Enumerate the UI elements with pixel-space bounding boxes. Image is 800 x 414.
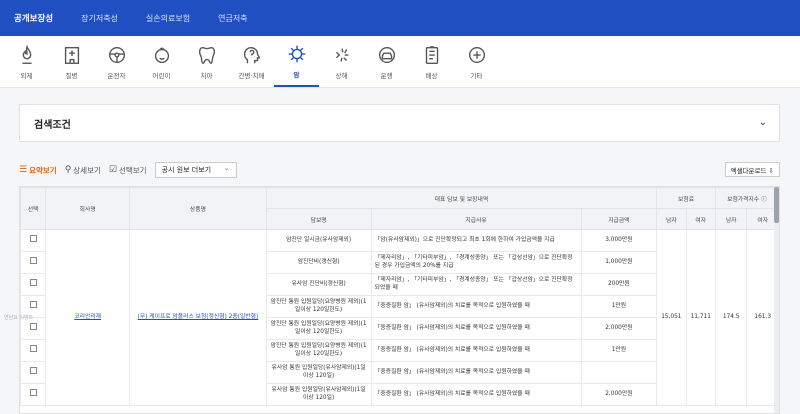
tab-public-protection[interactable]: 공개보장성 — [14, 12, 53, 24]
tab-medical-insurance[interactable]: 실손의료보험 — [146, 13, 190, 24]
chevron-down-icon[interactable]: ⌄ — [759, 117, 767, 128]
category-car[interactable]: 운행 — [364, 36, 409, 87]
category-bar: 외제 질병 운전자 어린이 치아 간병·치매 암 상해 운행 배상 기타 — [0, 36, 800, 88]
detail-view-button[interactable]: ⚲ 상세보기 — [65, 165, 101, 176]
header-select: 선택 — [20, 187, 47, 230]
category-disease[interactable]: 질병 — [49, 36, 94, 87]
tooth-icon — [198, 46, 215, 64]
coverage-desc: 「제자리암」, 「기타피부암」, 「경계성종양」 또는 「갑상선암」으로 진단확… — [370, 251, 582, 274]
results-table: 선택 회사명 상품명 대표 담보 및 보장내역 보험료 보험가격지수 ⓘ 담보명… — [19, 186, 780, 414]
category-driver[interactable]: 운전자 — [94, 36, 139, 87]
tab-long-term-savings[interactable]: 장기저축성 — [81, 13, 118, 24]
coverage-amount: 3,000만원 — [580, 229, 658, 252]
row-checkbox[interactable] — [29, 301, 37, 309]
category-fire[interactable]: 외제 — [4, 36, 49, 87]
excel-download-button[interactable]: 엑셀다운로드 ⇩ — [724, 162, 780, 177]
view-toolbar: ☰ 요약보기 ⚲ 상세보기 ☑ 선택보기 공시 원보 더보기 ⌄ 엑셀다운로드 ⇩ — [19, 162, 780, 178]
coverage-name: 유사암 진단비(갱신형) — [265, 273, 372, 296]
row-checkbox[interactable] — [29, 235, 37, 243]
coverage-desc: 「암(유사암제외)」으로 진단확정되고 최초 1회에 한하여 가입금액을 지급 — [370, 229, 582, 252]
header-company: 회사명 — [45, 187, 131, 230]
virus-icon — [288, 45, 305, 62]
index-male: 174.5 — [714, 229, 748, 406]
coverage-name: 유사암 통원 입원일당(유사암제외)(1일이상 120일) — [265, 361, 372, 384]
side-hint-text: 연남요 이벤트 — [4, 315, 34, 321]
coverage-amount: 2,000만원 — [580, 317, 658, 340]
steering-wheel-icon — [108, 46, 125, 63]
header-index-male: 남자 — [714, 208, 748, 230]
category-tooth[interactable]: 치아 — [184, 36, 229, 87]
header-coverage-amount: 지급금액 — [580, 208, 658, 230]
premium-male: 15,051 — [656, 229, 687, 406]
category-care-dementia[interactable]: 간병·치매 — [229, 36, 274, 87]
coverage-name: 유사암 통원 입원일당(유사암제외)(1일이상 120일) — [265, 383, 372, 406]
scrollbar-thumb[interactable] — [774, 187, 779, 223]
table-row: 코리안리재 (무) 케이프로 암플러스 보험(갱신형) 2종(일반형) 암진단 … — [20, 229, 779, 406]
injury-icon — [335, 47, 348, 62]
coverage-amount: 1만원 — [580, 339, 658, 362]
coverage-name: 암진단비(갱신형) — [265, 251, 372, 274]
coverage-desc: 「중증질환 암」 (유사암제외)의 치료를 목적으로 입원하였을 때 — [370, 339, 582, 362]
category-cancer[interactable]: 암 — [274, 36, 319, 87]
category-injury[interactable]: 상해 — [319, 36, 364, 87]
category-etc[interactable]: 기타 — [454, 36, 499, 87]
table-scrollbar[interactable] — [774, 187, 779, 413]
top-nav: 공개보장성 장기저축성 실손의료보험 연금저축 — [0, 0, 800, 36]
header-product: 상품명 — [129, 187, 267, 230]
coverage-desc: 「중증질환 암」 (유사암제외)의 치료를 목적으로 입원하였을 때 — [370, 295, 582, 318]
child-face-icon — [154, 46, 169, 63]
car-icon — [378, 46, 395, 63]
product-link[interactable]: (무) 케이프로 암플러스 보험(갱신형) 2종(일반형) — [138, 314, 259, 320]
coverage-amount: 1,000만원 — [580, 251, 658, 274]
chevron-down-icon: ⌄ — [223, 164, 230, 172]
coverage-name: 암진단 통원 입원일당(요양병원 제외)(1일이상 120일한도) — [265, 317, 372, 340]
head-question-icon — [243, 46, 260, 63]
coverage-desc: 「중증질환 암」 (유사암제외)의 치료를 목적으로 입원하였을 때 — [370, 317, 582, 340]
row-checkbox[interactable] — [29, 367, 37, 375]
tab-pension-savings[interactable]: 연금저축 — [218, 13, 247, 24]
search-conditions-panel[interactable]: 검색조건 ⌄ — [19, 104, 780, 142]
plus-circle-icon — [468, 46, 485, 63]
coverage-amount: 200만원 — [580, 273, 658, 296]
category-liability[interactable]: 배상 — [409, 36, 454, 87]
category-child[interactable]: 어린이 — [139, 36, 184, 87]
fire-icon — [21, 44, 32, 64]
coverage-name: 암진단 통원 입원일당(요양병원 제외)(1일이상 120일한도) — [265, 295, 372, 318]
coverage-amount: 2,000만원 — [580, 383, 658, 406]
coverage-desc: 「중증질환 암」 (유사암제외)의 치료를 목적으로 입원하였을 때 — [370, 383, 582, 406]
coverage-name: 암진단 통원 입원일당(요양병원 제외)(1일이상 120일한도) — [265, 339, 372, 362]
selected-view-button[interactable]: ☑ 선택보기 — [109, 165, 147, 176]
header-coverage-desc: 지급사유 — [370, 208, 582, 230]
display-option-select[interactable]: 공시 원보 더보기 ⌄ — [154, 162, 237, 178]
header-coverage-name: 담보명 — [265, 208, 372, 230]
coverage-desc: 「제자리암」, 「기타피부암」, 「경계성종양」 또는 「갑상선암」으로 진단확… — [370, 273, 582, 296]
row-checkbox[interactable] — [29, 389, 37, 397]
premium-female: 11,711 — [685, 229, 716, 406]
coverage-amount — [580, 361, 658, 384]
coverage-desc: 「중증질환 암」 (유사암제외)의 치료를 목적으로 입원하였을 때 — [370, 361, 582, 384]
row-checkbox[interactable] — [29, 323, 37, 331]
coverage-name: 암진단 일시금(유사암제외) — [265, 229, 372, 252]
row-checkbox[interactable] — [29, 257, 37, 265]
summary-view-button[interactable]: ☰ 요약보기 — [19, 165, 57, 176]
hospital-icon — [64, 46, 79, 64]
search-conditions-title: 검색조건 — [34, 119, 71, 131]
header-premium-group: 보험료 — [656, 187, 716, 209]
row-checkbox[interactable] — [29, 345, 37, 353]
company-link[interactable]: 코리안리재 — [74, 314, 101, 320]
search-icon: ⚲ — [64, 165, 72, 175]
checkbox-icon: ☑ — [108, 165, 117, 175]
header-premium-female: 여자 — [685, 208, 716, 230]
row-checkbox[interactable] — [29, 279, 37, 287]
coverage-amount: 1만원 — [580, 295, 658, 318]
header-index-group: 보험가격지수 ⓘ — [714, 187, 779, 209]
document-icon — [425, 45, 438, 64]
list-icon: ☰ — [19, 165, 28, 175]
header-premium-male: 남자 — [656, 208, 687, 230]
header-coverage-group: 대표 담보 및 보장내역 — [265, 187, 658, 209]
